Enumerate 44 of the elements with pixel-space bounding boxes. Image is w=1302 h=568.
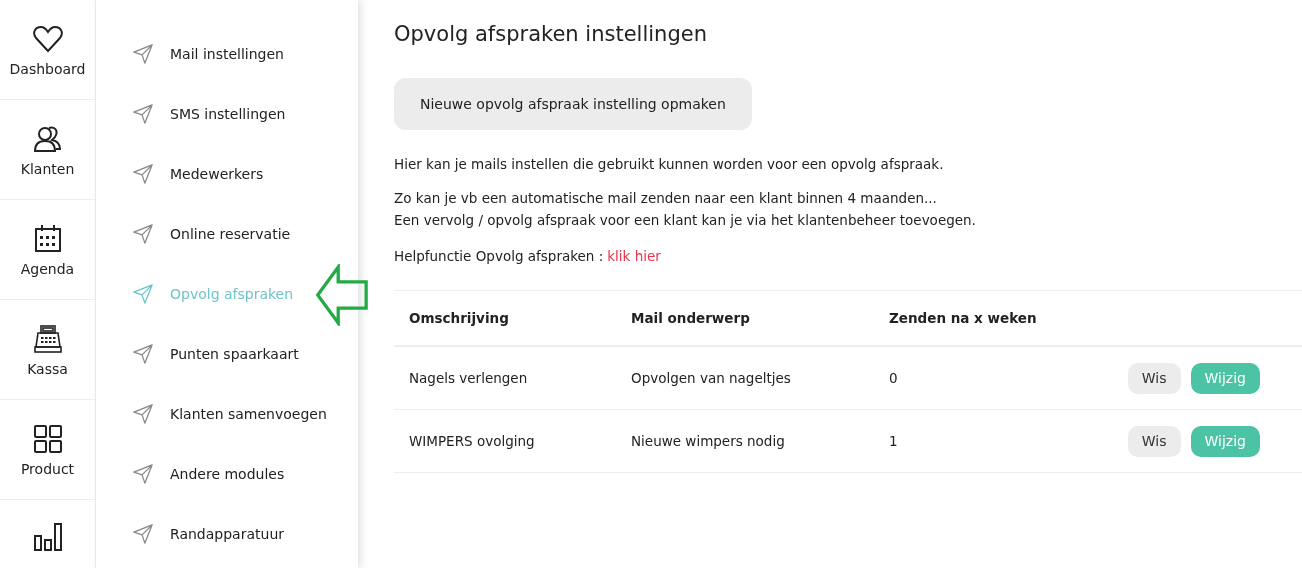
- grid-icon: [31, 422, 64, 455]
- table-cell-text: 0: [888, 370, 899, 386]
- paper-plane-icon: [132, 523, 154, 545]
- settings-menu-item[interactable]: SMS instellingen: [96, 84, 358, 144]
- help-link[interactable]: klik hier: [607, 248, 661, 264]
- description-text: Een vervolg / opvolg afspraak voor een klant kan je via het klantenbeheer toevoegen.: [394, 212, 977, 228]
- paper-plane-icon: [132, 43, 154, 65]
- delete-button[interactable]: Wis: [1127, 425, 1181, 457]
- paper-plane-icon: [132, 283, 154, 305]
- column-header: Zenden na x weken: [888, 310, 1038, 326]
- arrow-icon: [314, 264, 368, 326]
- table-cell-text: Nagels verlengen: [408, 370, 529, 386]
- settings-menu-item[interactable]: Andere modules: [96, 444, 358, 504]
- nav-item[interactable]: Product: [0, 400, 95, 500]
- nav-item[interactable]: Klanten: [0, 100, 95, 200]
- new-setting-button[interactable]: Nieuwe opvolg afspraak instelling opmaken: [394, 78, 752, 130]
- help-label: Helpfunctie Opvolg afspraken :: [394, 248, 604, 264]
- description-text: Zo kan je vb een automatische mail zenden naar een klant binnen 4 maanden...: [394, 190, 938, 206]
- paper-plane-icon: [132, 223, 154, 245]
- settings-menu-item[interactable]: Mail instellingen: [96, 24, 358, 84]
- table-cell-text: 1: [888, 433, 899, 449]
- table-cell-text: Opvolgen van nageltjes: [630, 370, 792, 386]
- settings-menu-item[interactable]: Punten spaarkaart: [96, 324, 358, 384]
- settings-menu-item[interactable]: Randapparatuur: [96, 504, 358, 564]
- settings-menu-item[interactable]: Klanten samenvoegen: [96, 384, 358, 444]
- cash-register-icon: [31, 322, 64, 355]
- paper-plane-icon: [132, 463, 154, 485]
- table-cell-text: WIMPERS ovolging: [408, 433, 536, 449]
- settings-menu-item[interactable]: Online reservatie: [96, 204, 358, 264]
- column-header: Omschrijving: [408, 310, 510, 326]
- delete-button[interactable]: Wis: [1127, 362, 1181, 394]
- settings-menu-item[interactable]: Medewerkers: [96, 144, 358, 204]
- nav-item[interactable]: Dashboard: [0, 0, 95, 100]
- paper-plane-icon: [132, 343, 154, 365]
- column-header: Mail onderwerp: [630, 310, 751, 326]
- bar-chart-icon: [31, 520, 64, 552]
- table-cell-text: Nieuwe wimpers nodig: [630, 433, 786, 449]
- paper-plane-icon: [132, 103, 154, 125]
- nav-item[interactable]: Agenda: [0, 200, 95, 300]
- paper-plane-icon: [132, 403, 154, 425]
- intro-text: Hier kan je mails instellen die gebruikt kunnen worden voor een opvolg afspraak.: [394, 156, 945, 172]
- page-title: Opvolg afspraken instellingen: [394, 22, 708, 46]
- nav-item[interactable]: Kassa: [0, 300, 95, 400]
- paper-plane-icon: [132, 163, 154, 185]
